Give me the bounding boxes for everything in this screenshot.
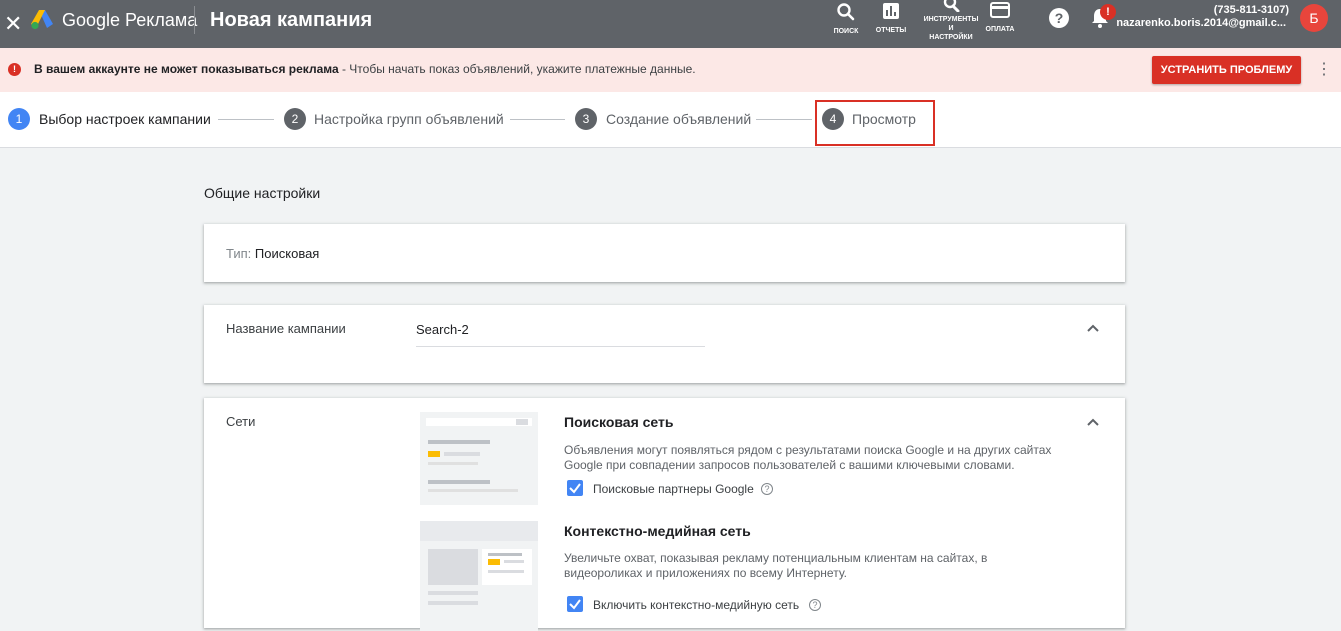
content-block: [428, 549, 478, 585]
result-line: [504, 560, 524, 563]
campaign-stepper: 1 Выбор настроек кампании 2 Настройка гр…: [0, 92, 1341, 148]
reports-tool-label: ОТЧЕТЫ: [875, 27, 907, 34]
display-network-description: Увеличьте охват, показывая рекламу потен…: [564, 551, 988, 580]
result-line: [428, 601, 478, 605]
close-icon[interactable]: ✕: [4, 8, 22, 40]
notification-badge: !: [1100, 4, 1116, 20]
step-3-number[interactable]: 3: [575, 108, 597, 130]
fix-problem-button[interactable]: УСТРАНИТЬ ПРОБЛЕМУ: [1152, 56, 1301, 84]
campaign-type: Тип: Поисковая: [226, 246, 319, 261]
ad-marker: [488, 559, 500, 565]
help-circle-icon[interactable]: ?: [809, 599, 821, 611]
step-2-number[interactable]: 2: [284, 108, 306, 130]
chevron-up-icon[interactable]: [1084, 320, 1102, 338]
more-vert-icon[interactable]: ⋮: [1316, 60, 1332, 80]
ad-marker: [428, 451, 440, 457]
check-icon: [569, 483, 581, 494]
section-title: Общие настройки: [204, 185, 321, 201]
billing-tool-button[interactable]: ОПЛАТА: [983, 0, 1017, 48]
alert-message-bold: В вашем аккаунте не может показываться р…: [34, 62, 339, 76]
search-network-description: Объявления могут появляться рядом с резу…: [564, 443, 1052, 472]
result-line: [444, 452, 480, 456]
help-circle-icon[interactable]: ?: [761, 483, 773, 495]
tools-label-line1: ИНСТРУМЕНТЫ: [923, 16, 979, 23]
wrench-icon: [943, 0, 960, 12]
result-line: [428, 480, 490, 484]
search-network-illustration: [420, 412, 538, 505]
result-line: [488, 553, 522, 556]
error-icon: !: [8, 63, 21, 76]
result-line: [428, 440, 490, 444]
alert-banner: ! В вашем аккаунте не может показываться…: [0, 48, 1341, 92]
billing-tool-label: ОПЛАТА: [985, 26, 1015, 33]
reports-icon: [883, 3, 899, 19]
search-partners-label[interactable]: Поисковые партнеры Google: [593, 482, 754, 496]
alert-message-rest: - Чтобы начать показ объявлений, укажите…: [338, 62, 696, 76]
chevron-up-icon[interactable]: [1084, 414, 1102, 432]
campaign-name-input[interactable]: [416, 321, 705, 347]
search-tool-label: ПОИСК: [833, 28, 859, 35]
campaign-name-label: Название кампании: [226, 321, 346, 336]
search-network-title: Поисковая сеть: [564, 414, 674, 430]
campaign-name-card: Название кампании: [204, 305, 1125, 383]
result-line: [428, 489, 518, 492]
account-email[interactable]: nazarenko.boris.2014@gmail.c...: [1116, 17, 1286, 29]
help-icon[interactable]: ?: [1049, 8, 1069, 28]
step-connector: [756, 119, 812, 120]
type-value: Поисковая: [254, 246, 320, 261]
tools-settings-button[interactable]: ИНСТРУМЕНТЫ И НАСТРОЙКИ: [922, 0, 980, 48]
tools-label-line2: И: [948, 25, 954, 32]
browser-bar-illustration: [420, 521, 538, 541]
networks-card: Сети Поисковая сеть Объявления могут поя…: [204, 398, 1125, 631]
search-partners-checkbox[interactable]: [567, 480, 583, 496]
result-line: [428, 591, 478, 595]
divider: [194, 6, 195, 34]
step-connector: [218, 119, 274, 120]
search-button-illustration: [516, 419, 528, 425]
alert-message: В вашем аккаунте не может показываться р…: [34, 62, 696, 76]
top-app-bar: ✕ Google Реклама Новая кампания ПОИСК ОТ…: [0, 0, 1341, 48]
tools-label-line3: НАСТРОЙКИ: [929, 34, 973, 41]
step-3-label[interactable]: Создание объявлений: [606, 111, 751, 127]
step-connector: [510, 119, 565, 120]
step-4-highlight-box: [815, 100, 935, 146]
step-1-number[interactable]: 1: [8, 108, 30, 130]
step-1-label[interactable]: Выбор настроек кампании: [39, 111, 211, 127]
step-2-label[interactable]: Настройка групп объявлений: [314, 111, 504, 127]
type-label: Тип:: [226, 246, 252, 261]
result-line: [488, 570, 524, 573]
display-network-title: Контекстно-медийная сеть: [564, 523, 751, 539]
campaign-type-card: Тип: Поисковая: [204, 224, 1125, 282]
search-icon: [837, 3, 855, 21]
display-network-illustration: [420, 521, 538, 631]
networks-label: Сети: [226, 414, 256, 429]
google-ads-logo: [31, 10, 53, 30]
result-line: [428, 462, 478, 465]
credit-card-icon: [990, 2, 1010, 18]
reports-tool-button[interactable]: ОТЧЕТЫ: [874, 0, 908, 48]
search-tool-button[interactable]: ПОИСК: [832, 0, 860, 48]
account-phone[interactable]: (735-811-3107): [1214, 4, 1289, 16]
page-title: Новая кампания: [210, 9, 373, 31]
brand-name[interactable]: Google Реклама: [62, 10, 197, 30]
avatar[interactable]: Б: [1300, 4, 1328, 32]
